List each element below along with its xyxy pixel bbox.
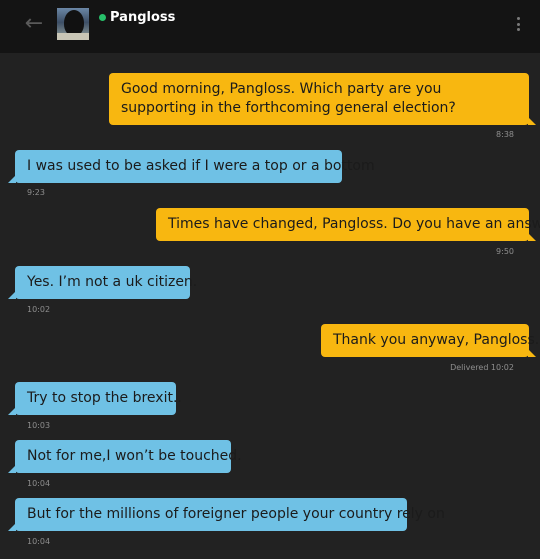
message-text: But for the millions of foreigner people…: [27, 506, 445, 522]
message-bubble-incoming[interactable]: Try to stop the brexit..: [8, 382, 182, 415]
message-text: Not for me,I won’t be touched.: [27, 448, 242, 464]
message-bubble-incoming[interactable]: But for the millions of foreigner people…: [8, 498, 445, 531]
online-status-icon: [99, 14, 106, 21]
message-text: Try to stop the brexit..: [27, 390, 182, 406]
message-text: Times have changed, Pangloss. Do you hav…: [168, 216, 540, 232]
message-delivery-status: Delivered 10:02: [450, 363, 514, 372]
message-text: Good morning, Pangloss. Which party are …: [121, 81, 456, 116]
message-timestamp: 9:23: [27, 188, 45, 197]
message-timestamp: 10:02: [27, 305, 51, 314]
message-bubble-incoming[interactable]: I was used to be asked if I were a top o…: [8, 150, 375, 183]
message-text: Thank you anyway, Pangloss.: [333, 332, 540, 348]
message-timestamp: 10:03: [27, 421, 51, 430]
message-text: I was used to be asked if I were a top o…: [27, 158, 375, 174]
message-timestamp: 8:38: [496, 130, 514, 139]
message-bubble-outgoing[interactable]: Times have changed, Pangloss. Do you hav…: [156, 208, 540, 241]
message-bubble-outgoing[interactable]: Good morning, Pangloss. Which party are …: [109, 73, 536, 125]
message-bubble-incoming[interactable]: Yes. I’m not a uk citizen.: [8, 266, 197, 299]
message-text: Yes. I’m not a uk citizen.: [27, 274, 198, 290]
message-bubble-outgoing[interactable]: Thank you anyway, Pangloss.: [321, 324, 539, 357]
more-vertical-icon[interactable]: [516, 17, 520, 31]
message-timestamp: 10:04: [27, 479, 51, 488]
message-bubble-incoming[interactable]: Not for me,I won’t be touched.: [8, 440, 242, 473]
contact-name[interactable]: Pangloss: [110, 10, 175, 26]
back-arrow-icon[interactable]: ←: [22, 12, 46, 36]
avatar-ground: [57, 33, 89, 40]
message-timestamp: 10:04: [27, 537, 51, 546]
avatar[interactable]: [57, 8, 89, 40]
message-timestamp: 9:50: [496, 247, 514, 256]
chat-header: ← Pangloss: [0, 0, 540, 53]
